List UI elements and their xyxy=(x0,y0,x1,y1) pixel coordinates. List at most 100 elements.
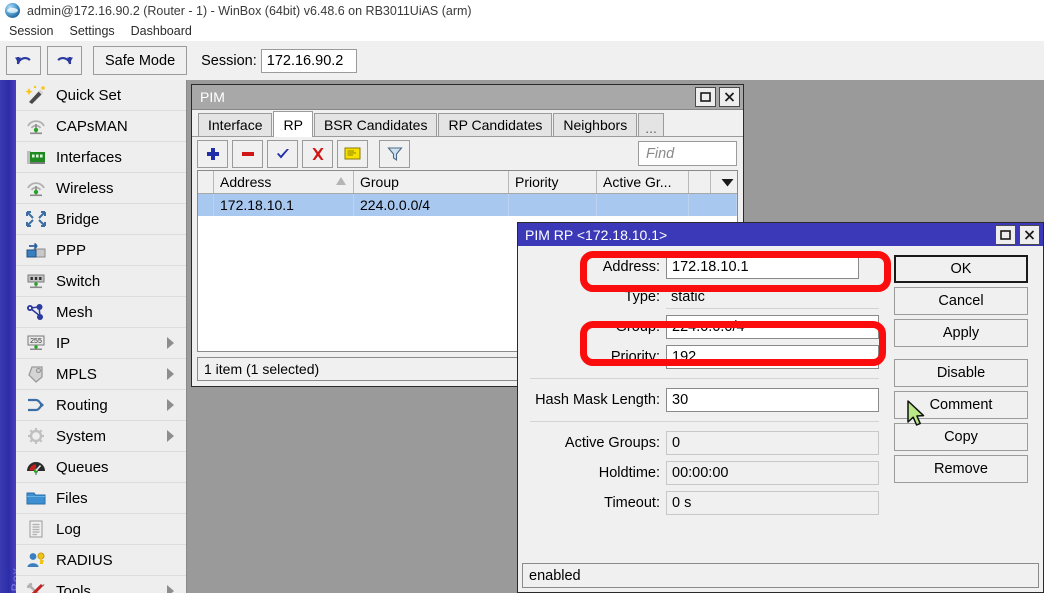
address-input[interactable]: 172.18.10.1 xyxy=(666,255,859,279)
sidebar-item-capsman[interactable]: CAPsMAN xyxy=(16,111,186,142)
group-input[interactable]: 224.0.0.0/4 xyxy=(666,315,879,339)
cancel-button[interactable]: Cancel xyxy=(894,287,1028,315)
dialog-close-button[interactable] xyxy=(1019,225,1040,245)
remove-button[interactable]: Remove xyxy=(894,455,1028,483)
session-label: Session: xyxy=(201,53,257,69)
sidebar-item-label: Queues xyxy=(56,459,109,476)
col-header-priority[interactable]: Priority xyxy=(509,171,597,193)
col-header-address[interactable]: Address xyxy=(214,171,354,193)
pim-maximize-button[interactable] xyxy=(695,87,716,107)
pim-window-titlebar[interactable]: PIM xyxy=(192,85,743,110)
tab-bsr-candidates[interactable]: BSR Candidates xyxy=(314,113,438,136)
sidebar-item-log[interactable]: Log xyxy=(16,514,186,545)
table-header-row: Address Group Priority Active Gr... xyxy=(198,171,737,194)
field-group: Group: 224.0.0.0/4 xyxy=(522,312,885,342)
tab-neighbors[interactable]: Neighbors xyxy=(553,113,637,136)
menu-dashboard[interactable]: Dashboard xyxy=(124,23,199,39)
sidebar-item-switch[interactable]: Switch xyxy=(16,266,186,297)
safe-mode-button[interactable]: Safe Mode xyxy=(93,46,187,75)
log-list-icon xyxy=(24,518,48,540)
sidebar-item-mpls[interactable]: MPLS xyxy=(16,359,186,390)
enable-button[interactable] xyxy=(267,140,298,168)
hash-mask-length-input[interactable]: 30 xyxy=(666,388,879,412)
filter-funnel-icon xyxy=(387,146,403,162)
sidebar-item-radius[interactable]: RADIUS xyxy=(16,545,186,576)
pim-rp-dialog: PIM RP <172.18.10.1> Address: 172.18.10.… xyxy=(517,222,1044,593)
comment-button[interactable] xyxy=(337,140,368,168)
sidebar-item-ip[interactable]: 255 IP xyxy=(16,328,186,359)
dialog-body: Address: 172.18.10.1 Type: static Group:… xyxy=(518,246,1043,564)
sidebar-item-label: Interfaces xyxy=(56,149,122,166)
tab-interface[interactable]: Interface xyxy=(198,113,272,136)
field-type: Type: static xyxy=(522,282,885,312)
remove-button[interactable] xyxy=(232,140,263,168)
undo-button[interactable] xyxy=(6,46,41,75)
window-titlebar: admin@172.16.90.2 (Router - 1) - WinBox … xyxy=(0,0,1044,21)
sidebar-item-mesh[interactable]: Mesh xyxy=(16,297,186,328)
sidebar-item-tools[interactable]: Tools xyxy=(16,576,186,593)
sidebar-item-files[interactable]: Files xyxy=(16,483,186,514)
add-button[interactable] xyxy=(197,140,228,168)
magic-wand-icon xyxy=(24,84,48,106)
pim-close-button[interactable] xyxy=(719,87,740,107)
sidebar-item-ppp[interactable]: PPP xyxy=(16,235,186,266)
table-row[interactable]: 172.18.10.1 224.0.0.0/4 xyxy=(198,194,737,216)
antenna-icon xyxy=(24,177,48,199)
field-group-label: Group: xyxy=(522,319,666,335)
col-header-active-groups[interactable]: Active Gr... xyxy=(597,171,689,193)
filter-button[interactable] xyxy=(379,140,410,168)
field-type-label: Type: xyxy=(522,289,666,305)
sidebar-item-interfaces[interactable]: Interfaces xyxy=(16,142,186,173)
sidebar-item-label: Mesh xyxy=(56,304,93,321)
mesh-nodes-icon xyxy=(24,301,48,323)
sidebar-item-system[interactable]: System xyxy=(16,421,186,452)
sidebar-item-label: Bridge xyxy=(56,211,99,228)
close-icon xyxy=(1024,230,1035,240)
sidebar-item-label: IP xyxy=(56,335,70,352)
dialog-maximize-button[interactable] xyxy=(995,225,1016,245)
apply-button[interactable]: Apply xyxy=(894,319,1028,347)
svg-text:255: 255 xyxy=(30,338,42,345)
ok-button[interactable]: OK xyxy=(894,255,1028,283)
column-chooser-button[interactable] xyxy=(711,171,737,193)
field-timeout-label: Timeout: xyxy=(522,495,666,511)
dialog-title: PIM RP <172.18.10.1> xyxy=(525,227,995,243)
sidebar-item-routing[interactable]: Routing xyxy=(16,390,186,421)
copy-button[interactable]: Copy xyxy=(894,423,1028,451)
sidebar-item-bridge[interactable]: Bridge xyxy=(16,204,186,235)
bridge-arrows-icon xyxy=(24,208,48,230)
session-input[interactable]: 172.16.90.2 xyxy=(261,49,357,73)
redo-arrow-icon xyxy=(55,53,74,69)
pim-window-title: PIM xyxy=(200,89,695,105)
redo-button[interactable] xyxy=(47,46,82,75)
dialog-status-bar: enabled xyxy=(522,563,1039,588)
add-plus-icon xyxy=(205,146,221,162)
field-hash-mask-length-label: Hash Mask Length: xyxy=(522,392,666,408)
sidebar-item-queues[interactable]: Queues xyxy=(16,452,186,483)
priority-input[interactable]: 192 xyxy=(666,345,879,369)
comment-button[interactable]: Comment xyxy=(894,391,1028,419)
disable-button[interactable] xyxy=(302,140,333,168)
disable-button[interactable]: Disable xyxy=(894,359,1028,387)
menu-settings[interactable]: Settings xyxy=(62,23,121,39)
find-input[interactable]: Find xyxy=(638,141,737,166)
tab-rp-candidates[interactable]: RP Candidates xyxy=(438,113,552,136)
dialog-titlebar[interactable]: PIM RP <172.18.10.1> xyxy=(518,223,1043,246)
field-address-label: Address: xyxy=(522,259,666,275)
sidebar-item-label: RADIUS xyxy=(56,552,113,569)
menu-session[interactable]: Session xyxy=(2,23,60,39)
tab-rp[interactable]: RP xyxy=(273,111,312,137)
tab-more[interactable]: ... xyxy=(638,113,664,136)
col-header-group[interactable]: Group xyxy=(354,171,509,193)
chevron-right-icon xyxy=(167,368,174,380)
form-divider-2 xyxy=(530,421,879,422)
maximize-icon xyxy=(700,92,711,102)
field-address: Address: 172.18.10.1 xyxy=(522,252,885,282)
sidebar-item-quick-set[interactable]: Quick Set xyxy=(16,80,186,111)
maximize-icon xyxy=(1000,230,1011,240)
chevron-right-icon xyxy=(167,585,174,593)
holdtime-value: 00:00:00 xyxy=(666,461,879,485)
sidebar-item-wireless[interactable]: Wireless xyxy=(16,173,186,204)
row-selector[interactable] xyxy=(198,194,214,216)
sidebar-item-label: PPP xyxy=(56,242,86,259)
